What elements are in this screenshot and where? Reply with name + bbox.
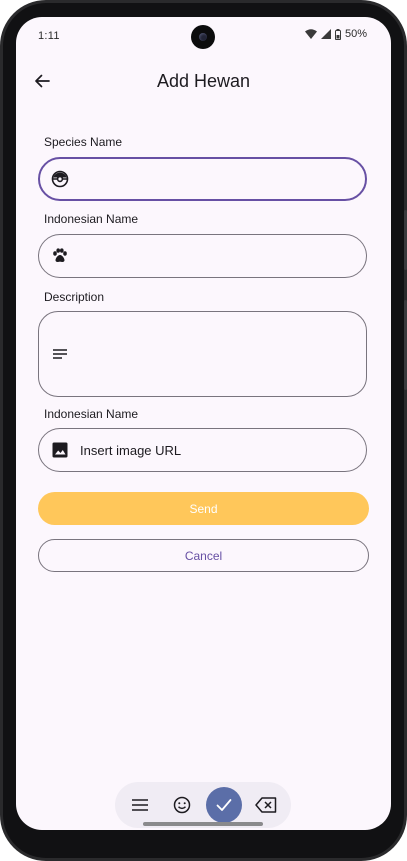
- screen: 1:11 50% Add Hewan Species Name Indonesi…: [16, 17, 391, 830]
- backspace-button[interactable]: [248, 787, 284, 823]
- emoji-icon: [173, 796, 191, 814]
- cancel-button-label: Cancel: [184, 548, 223, 563]
- done-button[interactable]: [206, 787, 242, 823]
- notes-icon: [40, 347, 80, 361]
- species-name-label: Species Name: [44, 135, 123, 149]
- species-name-field[interactable]: [38, 157, 367, 201]
- home-indicator[interactable]: [143, 822, 263, 826]
- battery-percent: 50%: [344, 28, 367, 40]
- indonesian-name-field[interactable]: [38, 234, 367, 278]
- send-button-label: Send: [189, 501, 218, 516]
- paw-icon: [40, 247, 80, 265]
- camera-lens: [199, 33, 207, 41]
- cancel-button[interactable]: Cancel: [38, 539, 369, 572]
- signal-icon: [320, 29, 331, 39]
- check-icon: [216, 799, 232, 811]
- front-camera: [191, 25, 215, 49]
- wifi-icon: [304, 29, 317, 39]
- image-icon: [40, 442, 80, 458]
- page-title: Add Hewan: [156, 71, 251, 91]
- phone-frame: 1:11 50% Add Hewan Species Name Indonesi…: [0, 0, 407, 861]
- send-button[interactable]: Send: [38, 492, 369, 525]
- description-field[interactable]: [38, 311, 367, 397]
- status-icons: 50%: [304, 28, 367, 40]
- app-bar: Add Hewan: [16, 65, 391, 99]
- pokeball-icon: [40, 170, 80, 188]
- emoji-button[interactable]: [164, 787, 200, 823]
- backspace-icon: [255, 797, 277, 813]
- image-url-field[interactable]: Insert image URL: [38, 428, 367, 472]
- battery-icon: [334, 28, 341, 40]
- image-url-placeholder: Insert image URL: [80, 442, 182, 458]
- indonesian-name-label: Indonesian Name: [44, 212, 139, 226]
- description-label: Description: [44, 290, 105, 304]
- status-time: 1:11: [38, 30, 60, 42]
- status-bar: 1:11 50%: [16, 17, 391, 55]
- menu-icon: [132, 799, 148, 811]
- menu-button[interactable]: [122, 787, 158, 823]
- image-url-label: Indonesian Name: [44, 407, 139, 421]
